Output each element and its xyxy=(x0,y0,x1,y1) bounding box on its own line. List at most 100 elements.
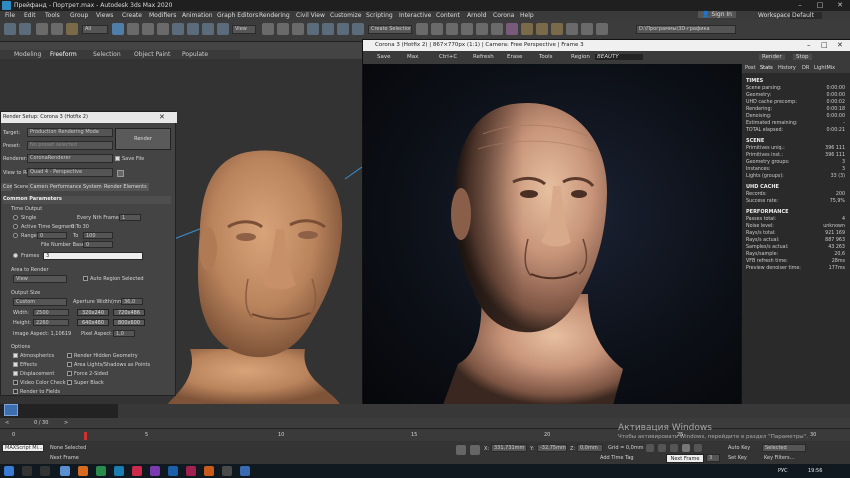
undo-icon[interactable] xyxy=(4,23,16,35)
place-icon[interactable] xyxy=(217,23,229,35)
range-to-field[interactable]: 100 xyxy=(83,232,113,239)
menu-scripting[interactable]: Scripting xyxy=(366,12,393,19)
tab-render-elements[interactable]: Render Elements xyxy=(102,183,149,191)
vfb-maximize-button[interactable]: □ xyxy=(821,41,828,49)
menu-civil-view[interactable]: Civil View xyxy=(296,12,325,19)
vfb-max-button[interactable]: Max xyxy=(407,54,418,60)
menu-help[interactable]: Help xyxy=(520,12,534,19)
tab-lightmix[interactable]: LightMix xyxy=(814,65,835,71)
menu-rendering[interactable]: Rendering xyxy=(259,12,290,19)
tab-selection[interactable]: Selection xyxy=(93,51,121,58)
range-from-field[interactable]: 0 xyxy=(37,232,67,239)
play-icon[interactable] xyxy=(670,444,678,452)
menu-customize[interactable]: Customize xyxy=(330,12,362,19)
tab-system[interactable]: System xyxy=(81,183,104,191)
time-slider-thumb[interactable] xyxy=(4,404,18,416)
scale-icon[interactable] xyxy=(202,23,214,35)
app-icon-grey[interactable] xyxy=(222,466,232,476)
vfb-erase-button[interactable]: Erase xyxy=(507,54,522,60)
menu-file[interactable]: File xyxy=(5,12,15,19)
tab-performance[interactable]: Performance xyxy=(48,183,84,191)
snaps-toggle-icon[interactable] xyxy=(307,23,319,35)
frames-field[interactable]: 3 xyxy=(43,252,143,260)
tab-freeform[interactable]: Freeform xyxy=(50,51,77,58)
vfb-refresh-button[interactable]: Refresh xyxy=(473,54,494,60)
vfb-titlebar[interactable]: Corona 3 (Hotfix 2) | 867×770px (1:1) | … xyxy=(363,40,850,51)
go-to-end-icon[interactable] xyxy=(694,444,702,452)
project-folder-icon[interactable] xyxy=(596,23,608,35)
app-icon-red[interactable] xyxy=(132,466,142,476)
close-button[interactable]: ✕ xyxy=(830,0,850,11)
maximize-button[interactable]: □ xyxy=(810,0,830,11)
atmospherics-checkbox[interactable] xyxy=(13,353,18,358)
single-radio[interactable] xyxy=(13,215,18,220)
select-manipulate-icon[interactable] xyxy=(277,23,289,35)
task-view-icon[interactable] xyxy=(40,466,50,476)
vfb-tools-button[interactable]: Tools xyxy=(539,54,553,60)
3dsmax-icon[interactable] xyxy=(114,466,124,476)
time-slider[interactable] xyxy=(0,404,850,418)
next-frame-button-icon[interactable] xyxy=(682,444,690,452)
sign-in-button[interactable]: 👤 Sign In xyxy=(698,11,736,18)
menu-create[interactable]: Create xyxy=(122,12,142,19)
auto-region-checkbox[interactable] xyxy=(83,276,88,281)
tab-stats[interactable]: Stats xyxy=(760,65,773,71)
view-to-render-dropdown[interactable]: Quad 4 - Perspective xyxy=(27,168,113,177)
render-hidden-checkbox[interactable] xyxy=(67,353,72,358)
previous-frame-icon[interactable] xyxy=(658,444,666,452)
vfb-pass-dropdown[interactable]: BEAUTY xyxy=(595,54,643,60)
vfb-stop-button[interactable]: Stop xyxy=(793,54,812,60)
app-icon-orange[interactable] xyxy=(204,466,214,476)
auto-key-button[interactable]: Auto Key xyxy=(728,445,750,451)
move-icon[interactable] xyxy=(172,23,184,35)
select-object-icon[interactable] xyxy=(112,23,124,35)
vfb-copy-button[interactable]: Ctrl+C xyxy=(439,54,457,60)
menu-tools[interactable]: Tools xyxy=(45,12,60,19)
link-icon[interactable] xyxy=(36,23,48,35)
range-radio[interactable] xyxy=(13,233,18,238)
add-time-tag[interactable]: Add Time Tag xyxy=(600,455,634,461)
tab-populate[interactable]: Populate xyxy=(182,51,208,58)
vfb-minimize-button[interactable]: – xyxy=(807,41,811,49)
target-dropdown[interactable]: Production Rendering Mode xyxy=(27,128,113,137)
preset-320x240-button[interactable]: 320x240 xyxy=(77,309,109,316)
menu-edit[interactable]: Edit xyxy=(24,12,36,19)
menu-animation[interactable]: Animation xyxy=(182,12,213,19)
go-to-start-icon[interactable] xyxy=(646,444,654,452)
render-setup-titlebar[interactable]: Render Setup: Corona 3 (Hotfix 2) ✕ xyxy=(1,112,177,123)
selection-lock-icon[interactable] xyxy=(470,445,480,455)
isolate-icon[interactable] xyxy=(456,445,466,455)
render-setup-icon[interactable] xyxy=(521,23,533,35)
prev-frame-icon[interactable]: < xyxy=(5,420,9,426)
keyframe-marker[interactable] xyxy=(84,432,87,440)
render-setup-close-icon[interactable]: ✕ xyxy=(159,113,165,121)
schematic-view-icon[interactable] xyxy=(491,23,503,35)
chrome-icon[interactable] xyxy=(96,466,106,476)
render-production-icon[interactable] xyxy=(551,23,563,35)
tab-dr[interactable]: DR xyxy=(802,65,809,71)
preset-640x480-button[interactable]: 640x480 xyxy=(77,319,109,326)
app-icon-magenta[interactable] xyxy=(186,466,196,476)
search-icon[interactable] xyxy=(22,466,32,476)
percent-snap-icon[interactable] xyxy=(337,23,349,35)
redo-icon[interactable] xyxy=(19,23,31,35)
angle-snap-icon[interactable] xyxy=(322,23,334,35)
rotate-icon[interactable] xyxy=(187,23,199,35)
lock-view-icon[interactable] xyxy=(117,170,124,177)
start-icon[interactable] xyxy=(4,466,14,476)
x-coordinate-field[interactable]: 331,731mm xyxy=(491,444,527,452)
render-to-fields-checkbox[interactable] xyxy=(13,389,18,394)
firefox-icon[interactable] xyxy=(78,466,88,476)
area-to-render-dropdown[interactable]: View xyxy=(13,275,67,283)
aperture-field[interactable]: 36,0 xyxy=(121,298,143,305)
selection-filter-dropdown[interactable]: All xyxy=(82,25,108,34)
material-editor-icon[interactable] xyxy=(506,23,518,35)
active-segment-radio[interactable] xyxy=(13,224,18,229)
preset-720x486-button[interactable]: 720x486 xyxy=(113,309,145,316)
frames-radio[interactable] xyxy=(13,253,18,258)
preset-dropdown[interactable]: No preset selected xyxy=(27,141,113,150)
vfb-close-button[interactable]: ✕ xyxy=(837,41,843,49)
render-cloud-icon[interactable] xyxy=(566,23,578,35)
a360-icon[interactable] xyxy=(581,23,593,35)
menu-interactive[interactable]: Interactive xyxy=(399,12,431,19)
